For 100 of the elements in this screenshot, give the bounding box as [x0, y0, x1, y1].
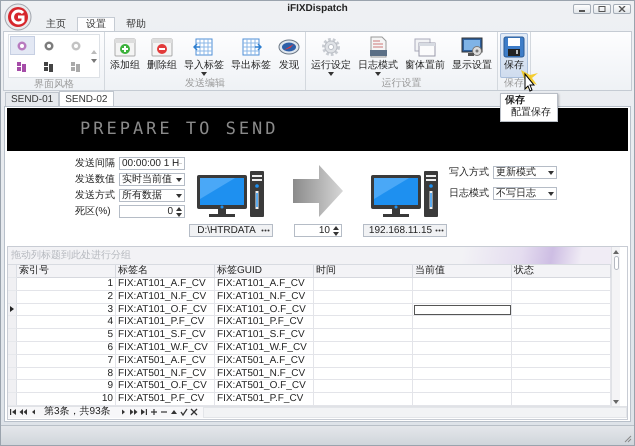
table-cell: FIX:AT101_A.F_CV — [116, 278, 215, 291]
minimize-button[interactable] — [573, 4, 591, 14]
path-field[interactable]: D:\HTRDATA — [189, 224, 273, 237]
edit-icon — [170, 408, 178, 416]
group-label: 发送编辑 — [184, 78, 226, 90]
dropdown[interactable]: 不写日志 — [493, 187, 557, 200]
table-cell: FIX:AT501_A.F_CV — [215, 354, 314, 368]
theme-blocks-icon — [17, 62, 28, 72]
table-cell: FIX:AT101_P.F_CV — [116, 316, 215, 330]
field-label: 写入方式 — [449, 166, 490, 179]
ribbon-button[interactable]: 删除组 — [144, 33, 180, 78]
group-label: 保存 — [503, 78, 525, 90]
ribbon-button[interactable]: 窗体置前 — [402, 33, 448, 78]
ribbon-tab[interactable]: 设置 — [77, 17, 115, 31]
monitor-gear-icon — [461, 36, 483, 58]
theme-blocks-icon — [70, 62, 81, 72]
number-spinner[interactable]: 0 — [119, 205, 185, 218]
maximize-button[interactable] — [593, 4, 611, 14]
close-icon — [618, 6, 626, 12]
ribbon-tab[interactable]: 帮助 — [117, 17, 155, 31]
ribbon-button[interactable]: 导入标签 — [181, 33, 227, 78]
confirm-button[interactable] — [178, 406, 189, 418]
previous-page-icon — [19, 408, 27, 416]
ribbon-button[interactable]: 显示设置 — [449, 33, 495, 78]
table-import-icon — [193, 36, 215, 58]
dropdown[interactable]: 更新模式 — [493, 166, 557, 179]
last-record-icon — [140, 408, 148, 416]
maximize-icon — [598, 6, 606, 12]
append-icon — [150, 408, 158, 416]
current-row-icon — [10, 306, 14, 312]
log-file-icon — [367, 36, 389, 58]
table-cell: 6 — [17, 342, 116, 355]
table-cell: 1 — [17, 278, 116, 291]
caret-icon[interactable] — [548, 170, 554, 174]
table-cell: FIX:AT101_S.F_CV — [116, 329, 215, 342]
scrollbar-thumb[interactable] — [614, 256, 618, 270]
windows-icon — [414, 36, 436, 58]
scroll-down-icon[interactable] — [91, 58, 97, 62]
table-cell: FIX:AT101_S.F_CV — [215, 329, 314, 342]
tooltip-title: 保存 — [505, 95, 526, 106]
address-field[interactable]: 192.168.11.15 — [363, 224, 447, 237]
table-cell: FIX:AT101_N.F_CV — [116, 290, 215, 304]
row-header[interactable] — [8, 304, 17, 316]
field-label: 发送间隔 — [75, 157, 116, 170]
ribbon-tab[interactable]: 主页 — [37, 17, 75, 31]
ribbon-button[interactable]: 导出标签 — [228, 33, 274, 78]
record-counter: 第3条，共93条 — [43, 406, 112, 418]
document-tab[interactable]: SEND-02 — [59, 91, 114, 106]
window-title: iFIXDispatch — [287, 3, 348, 14]
tooltip-text: 配置保存 — [510, 107, 551, 119]
theme-blocks-icon — [44, 62, 54, 72]
vertical-scrollbar[interactable] — [611, 247, 620, 406]
field-label: 发送数值 — [75, 173, 116, 186]
computer-icon — [369, 169, 441, 219]
table-cell: FIX:AT101_N.F_CV — [215, 290, 314, 304]
table-cell: 3 — [17, 304, 116, 316]
close-button[interactable] — [613, 4, 631, 14]
spin-arrows-icon[interactable] — [333, 226, 339, 236]
column-header[interactable]: 索引号 — [17, 265, 116, 278]
group-label: 界面风格 — [33, 79, 75, 90]
dropdown[interactable]: 所有数据 — [119, 189, 185, 202]
spin-arrows-icon[interactable] — [176, 206, 182, 216]
field-label: 日志模式 — [449, 187, 490, 200]
next-page-icon — [130, 408, 138, 416]
scroll-up-icon[interactable] — [613, 250, 619, 254]
confirm-icon — [180, 408, 188, 416]
ellipsis-icon[interactable] — [261, 229, 270, 232]
column-header[interactable]: 标签GUID — [215, 265, 314, 278]
column-header[interactable]: 标签名 — [116, 265, 215, 278]
caret-icon[interactable] — [548, 192, 554, 196]
caret-icon[interactable] — [176, 194, 182, 198]
column-header[interactable]: 当前值 — [413, 265, 512, 278]
resize-grip-icon[interactable] — [623, 434, 632, 443]
table-cell: 7 — [17, 354, 116, 368]
table-cell: FIX:AT101_O.F_CV — [215, 304, 314, 316]
dropdown[interactable]: 实时当前值 — [119, 173, 185, 186]
table-cell: FIX:AT101_W.F_CV — [215, 342, 314, 355]
horizontal-scrollbar[interactable] — [202, 406, 627, 418]
table-cell: FIX:AT501_O.F_CV — [215, 380, 314, 394]
picker-field[interactable]: 00:00:00 1 H — [119, 157, 185, 170]
app-logo-icon[interactable] — [4, 3, 32, 31]
table-cell: FIX:AT101_P.F_CV — [215, 316, 314, 330]
table-cell: FIX:AT501_A.F_CV — [116, 354, 215, 368]
ribbon-button[interactable]: 日志模式 — [355, 33, 401, 78]
column-header[interactable]: 时间 — [314, 265, 413, 278]
ribbon-button[interactable]: 保存 — [500, 33, 528, 78]
ribbon-button[interactable]: 运行设定 — [308, 33, 354, 78]
number-spinner[interactable]: 10 — [294, 224, 342, 237]
caret-icon — [328, 72, 334, 76]
delete-group-icon — [151, 36, 173, 58]
caret-icon[interactable] — [176, 178, 182, 182]
group-label: 运行设置 — [380, 78, 422, 90]
table-cell: FIX:AT501_O.F_CV — [116, 380, 215, 394]
ellipsis-icon[interactable] — [435, 229, 444, 232]
banner-text: PREPARE TO SEND — [80, 119, 279, 139]
document-tab[interactable]: SEND-01 — [5, 92, 60, 106]
ribbon-button[interactable]: 添加组 — [107, 33, 143, 78]
ribbon-button[interactable]: 发现 — [275, 33, 303, 78]
first-record-icon — [9, 408, 17, 416]
table-cell: FIX:AT501_N.F_CV — [116, 368, 215, 380]
